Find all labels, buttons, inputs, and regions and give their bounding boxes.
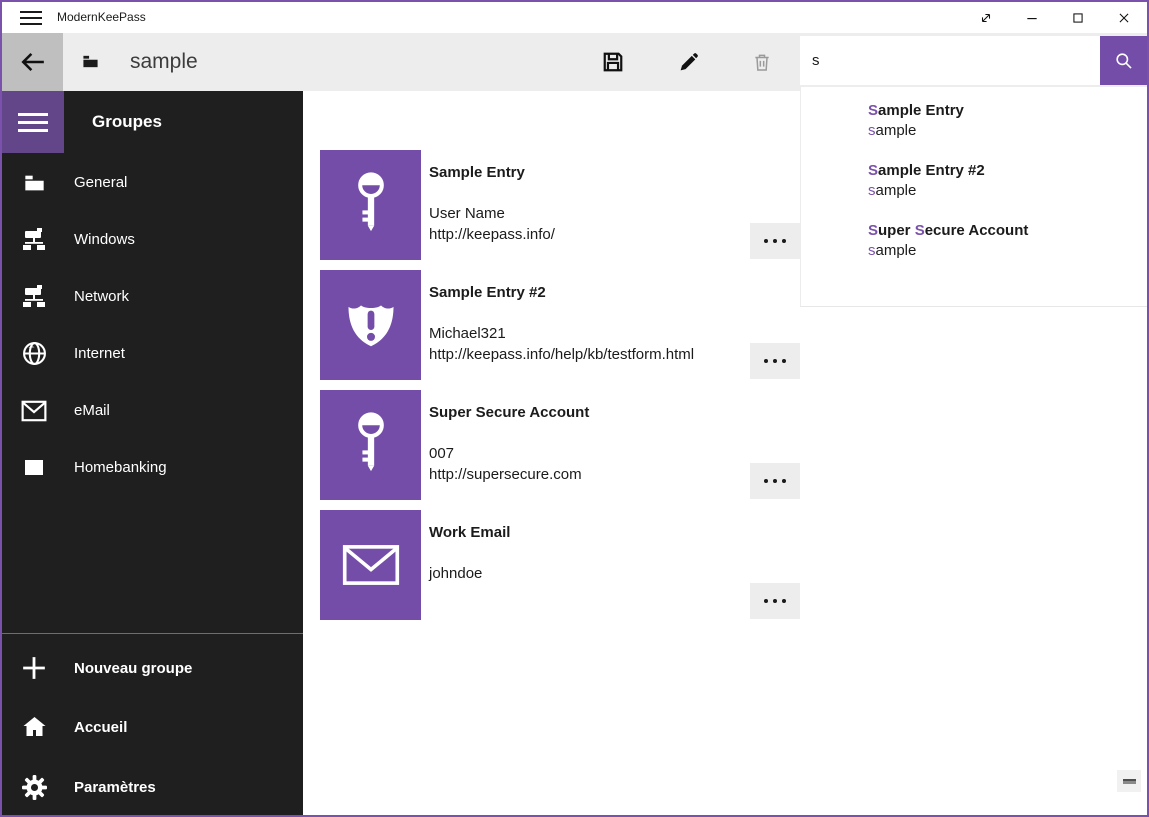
command-bar: sample s (2, 33, 1147, 91)
network-icon (20, 226, 48, 254)
more-options-button[interactable] (750, 583, 800, 619)
search-result-subtitle: sample (868, 121, 1128, 141)
banking-icon (20, 454, 48, 482)
back-arrow-icon (18, 49, 48, 75)
sidebar-divider (2, 633, 303, 634)
sidebar-item-label: General (74, 174, 127, 191)
sidebar-item-label: Paramètres (74, 779, 156, 796)
entry-work-email[interactable]: Work Email johndoe (320, 510, 840, 620)
home-icon (20, 713, 48, 741)
entry-url: http://keepass.info/ (429, 226, 555, 243)
folder-icon (20, 169, 48, 197)
entry-sample-entry-2[interactable]: Sample Entry #2 Michael321 http://keepas… (320, 270, 840, 380)
entry-tile (320, 270, 421, 380)
more-options-button[interactable] (750, 343, 800, 379)
app-title: ModernKeePass (57, 2, 146, 33)
entry-username: User Name (429, 205, 505, 222)
new-group-button[interactable]: Nouveau groupe (2, 638, 303, 698)
search-results-dropdown: Sample Entry sample Sample Entry #2 samp… (800, 87, 1147, 307)
entry-title: Super Secure Account (429, 404, 589, 421)
search-result-subtitle: sample (868, 181, 1128, 201)
search-result-item[interactable]: Sample Entry #2 sample (868, 161, 1128, 207)
entry-username: 007 (429, 445, 454, 462)
window-controls (963, 2, 1147, 33)
groups-heading: Groupes (92, 91, 162, 153)
entry-username: Michael321 (429, 325, 506, 342)
entry-username: johndoe (429, 565, 482, 582)
search-result-title: Sample Entry (868, 101, 1128, 121)
network-icon (20, 283, 48, 311)
maximize-icon[interactable] (1055, 2, 1101, 33)
search-icon (1114, 51, 1133, 70)
plus-icon (20, 654, 48, 682)
home-button[interactable]: Accueil (2, 697, 303, 757)
sidebar-item-label: eMail (74, 402, 110, 419)
save-icon (602, 51, 624, 73)
entry-url: http://supersecure.com (429, 466, 582, 483)
minus-icon (1123, 779, 1136, 784)
entry-url: http://keepass.info/help/kb/testform.htm… (429, 346, 694, 363)
minimize-icon[interactable] (1009, 2, 1055, 33)
gear-icon (20, 773, 48, 801)
key-icon (349, 169, 393, 241)
sidebar-item-label: Internet (74, 345, 125, 362)
sidebar: Groupes General Windows Network Internet (2, 91, 303, 815)
more-options-button[interactable] (750, 463, 800, 499)
search-input[interactable]: s (800, 36, 1100, 85)
entry-super-secure-account[interactable]: Super Secure Account 007 http://supersec… (320, 390, 840, 500)
resize-icon[interactable] (963, 2, 1009, 33)
search-result-item[interactable]: Super Secure Account sample (868, 221, 1128, 267)
sidebar-item-label: Accueil (74, 719, 127, 736)
mail-icon (342, 543, 400, 587)
sidebar-item-label: Network (74, 288, 129, 305)
search-result-subtitle: sample (868, 241, 1128, 261)
entry-title: Sample Entry #2 (429, 284, 546, 301)
back-button[interactable] (2, 33, 63, 91)
entry-title: Sample Entry (429, 164, 525, 181)
nav-hamburger-button[interactable] (2, 91, 64, 153)
titlebar-hamburger-icon[interactable] (12, 2, 50, 33)
search-result-item[interactable]: Sample Entry sample (868, 101, 1128, 147)
shield-alert-icon (341, 293, 401, 357)
mail-icon (20, 397, 48, 425)
sidebar-item-homebanking[interactable]: Homebanking (2, 439, 303, 496)
search-button[interactable] (1100, 36, 1147, 85)
delete-button[interactable] (738, 38, 786, 86)
more-options-button[interactable] (750, 223, 800, 259)
settings-button[interactable]: Paramètres (2, 757, 303, 817)
sidebar-item-windows[interactable]: Windows (2, 211, 303, 268)
sidebar-item-label: Homebanking (74, 459, 167, 476)
sidebar-item-label: Windows (74, 231, 135, 248)
sidebar-item-email[interactable]: eMail (2, 382, 303, 439)
pencil-icon (678, 52, 699, 73)
app-window: ModernKeePass sample (0, 0, 1149, 817)
search-result-title: Sample Entry #2 (868, 161, 1128, 181)
entry-title: Work Email (429, 524, 510, 541)
search-result-title: Super Secure Account (868, 221, 1128, 241)
sidebar-item-internet[interactable]: Internet (2, 325, 303, 382)
title-bar: ModernKeePass (2, 2, 1147, 33)
globe-icon (20, 340, 48, 368)
entry-sample-entry[interactable]: Sample Entry User Name http://keepass.in… (320, 150, 840, 260)
save-button[interactable] (589, 38, 637, 86)
trash-icon (752, 52, 772, 73)
edit-button[interactable] (664, 38, 712, 86)
sidebar-item-label: Nouveau groupe (74, 660, 192, 677)
zoom-out-button[interactable] (1117, 770, 1141, 792)
close-icon[interactable] (1101, 2, 1147, 33)
entry-tile (320, 390, 421, 500)
database-title: sample (130, 33, 198, 91)
sidebar-item-general[interactable]: General (2, 154, 303, 211)
entry-tile (320, 510, 421, 620)
database-icon (82, 53, 99, 75)
entry-tile (320, 150, 421, 260)
key-icon (349, 409, 393, 481)
sidebar-item-network[interactable]: Network (2, 268, 303, 325)
